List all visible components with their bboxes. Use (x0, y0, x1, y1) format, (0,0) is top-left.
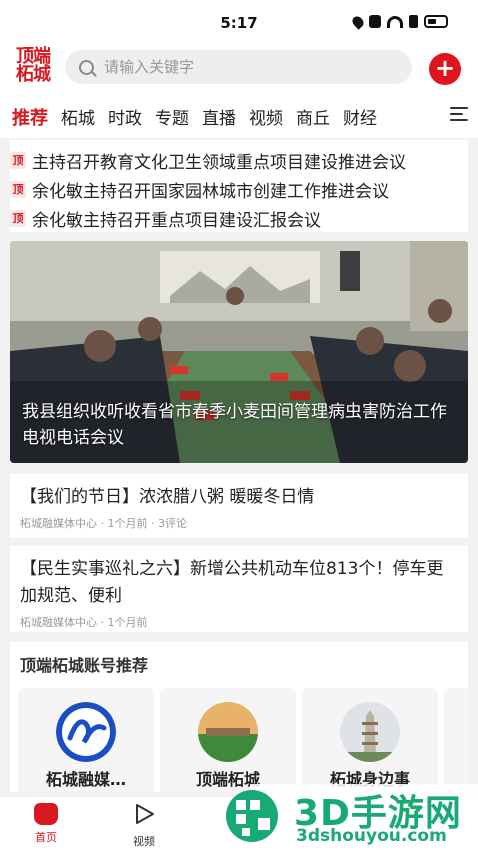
nav-home[interactable]: 首页 (16, 803, 76, 845)
headline-text: 余化敏主持召开重点项目建设汇报会议 (32, 211, 321, 231)
headline-text: 主持召开教育文化卫生领域重点项目建设推进会议 (32, 153, 406, 173)
play-icon (136, 804, 154, 824)
news-title: 【我们的节日】浓浓腊八粥 暖暖冬日情 (20, 487, 315, 507)
account-row: 柘城融媒… 顶端柘城 柘城身边事 (18, 688, 468, 792)
status-icons (350, 13, 448, 30)
header: 顶端柘城 + (0, 44, 478, 92)
tab-zhecheng[interactable]: 柘城 (61, 104, 95, 130)
account-avatar (198, 702, 258, 762)
channel-tabs: 推荐 柘城 时政 专题 直播 视频 商丘 财经 (0, 92, 478, 138)
account-card[interactable]: 柘城身边事 (302, 688, 438, 792)
account-card[interactable]: 顶端柘城 (160, 688, 296, 792)
accounts-title: 顶端柘城账号推荐 (20, 656, 149, 675)
headline-tag: 顶 (10, 210, 26, 227)
account-card-partial[interactable] (444, 688, 468, 792)
location-icon (350, 13, 366, 30)
featured-article[interactable]: 我县组织收听收看省市春季小麦田间管理病虫害防治工作电视电话会议 (10, 241, 468, 463)
news-meta: 柘城融媒体中心 · 1个月前 · 3评论 (20, 517, 187, 530)
account-avatar (340, 702, 400, 762)
account-card[interactable]: 柘城融媒… (18, 688, 154, 792)
site-watermark: 3D手游网 3dshouyou.com (222, 778, 478, 850)
nav-label: 首页 (35, 831, 57, 844)
news-card[interactable]: 【我们的节日】浓浓腊八粥 暖暖冬日情 柘城融媒体中心 · 1个月前 · 3评论 (10, 474, 468, 538)
headline-item[interactable]: 顶 余化敏主持召开国家园林城市创建工作推进会议 (10, 175, 468, 204)
nav-label: 视频 (133, 835, 155, 848)
tab-politics[interactable]: 时政 (108, 104, 142, 130)
nav-video[interactable]: 视频 (114, 803, 174, 849)
featured-caption: 我县组织收听收看省市春季小麦田间管理病虫害防治工作电视电话会议 (22, 402, 447, 448)
tab-recommend[interactable]: 推荐 (12, 104, 48, 130)
tab-topics[interactable]: 专题 (155, 104, 189, 130)
search-input[interactable] (104, 58, 384, 76)
search-box[interactable] (65, 50, 412, 84)
sim-icon (409, 15, 418, 28)
tab-video[interactable]: 视频 (249, 104, 283, 130)
news-title: 【民生实事巡礼之六】新增公共机动车位813个！停车更加规范、便利 (20, 559, 444, 606)
home-icon (34, 803, 58, 825)
status-bar: 5:17 (0, 0, 478, 44)
headline-item[interactable]: 顶 主持召开教育文化卫生领域重点项目建设推进会议 (10, 146, 468, 175)
mute-icon (369, 15, 381, 28)
headline-text: 余化敏主持召开国家园林城市创建工作推进会议 (32, 182, 389, 202)
tab-live[interactable]: 直播 (202, 104, 236, 130)
wifi-icon (387, 15, 403, 28)
watermark-url: 3dshouyou.com (296, 826, 447, 846)
tab-finance[interactable]: 财经 (343, 104, 377, 130)
add-button[interactable]: + (429, 53, 461, 85)
tab-fade (408, 92, 448, 138)
watermark-logo-icon (226, 790, 278, 842)
battery-icon (424, 15, 448, 28)
tab-shangqiu[interactable]: 商丘 (296, 104, 330, 130)
news-card[interactable]: 【民生实事巡礼之六】新增公共机动车位813个！停车更加规范、便利 柘城融媒体中心… (10, 546, 468, 632)
account-name: 柘城融媒… (45, 770, 126, 789)
news-meta: 柘城融媒体中心 · 1个月前 (20, 616, 148, 629)
headline-item[interactable]: 顶 余化敏主持召开重点项目建设汇报会议 (10, 204, 468, 232)
headline-list: 顶 主持召开教育文化卫生领域重点项目建设推进会议 顶 余化敏主持召开国家园林城市… (10, 140, 468, 232)
account-avatar (56, 702, 116, 762)
channel-menu-icon[interactable] (450, 107, 468, 121)
app-logo[interactable]: 顶端 柘城 (10, 48, 56, 88)
search-icon (79, 59, 94, 75)
account-recommendations: 顶端柘城账号推荐 柘城融媒… 顶端柘城 柘城身边事 (10, 642, 468, 792)
headline-tag: 顶 (10, 181, 26, 198)
headline-tag: 顶 (10, 152, 26, 169)
